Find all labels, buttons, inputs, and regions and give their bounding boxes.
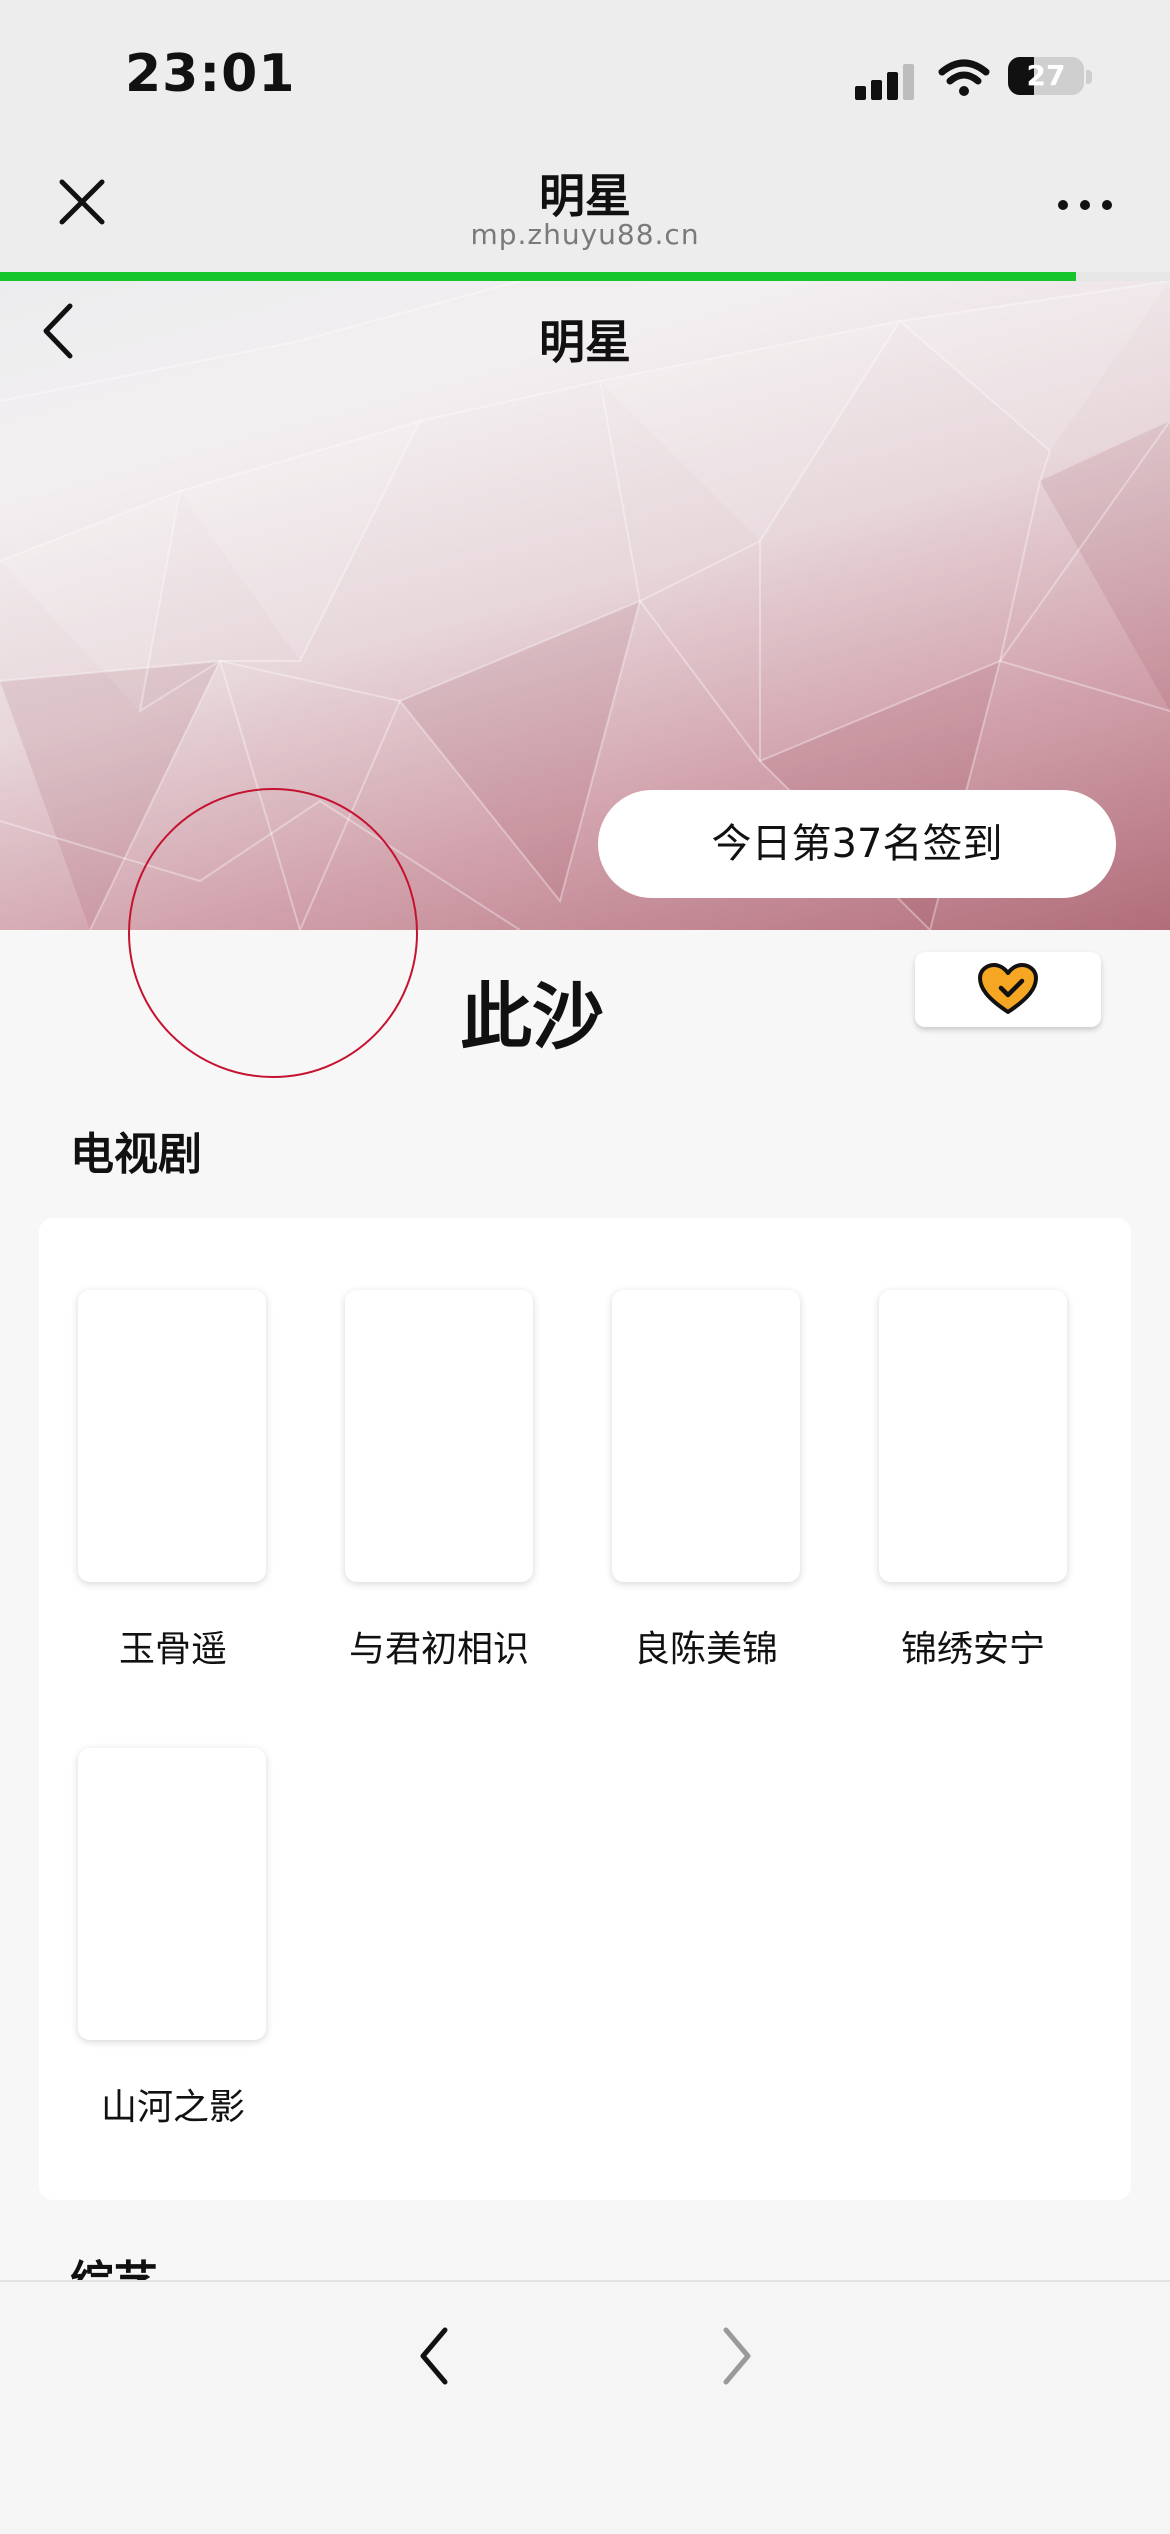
poster-yu-gu-yao[interactable] [78,1290,266,1582]
star-name: 此沙 [460,975,605,1059]
chevron-right-icon[interactable] [706,2320,766,2392]
browser-title: 明星 [539,169,631,223]
battery-level: 27 [1026,59,1066,92]
avatar [128,788,418,1078]
more-icon[interactable] [1040,180,1130,230]
browser-url: mp.zhuyu88.cn [470,218,700,251]
follow-button[interactable] [915,952,1101,1027]
poster-yu-jun-chu-xiang-shi[interactable] [345,1290,533,1582]
section-title-tv: 电视剧 [70,1129,202,1180]
checkin-button[interactable]: 今日第37名签到 [598,790,1116,898]
battery-tip [1086,70,1092,84]
show-title[interactable]: 玉骨遥 [40,1620,306,1672]
heart-check-icon [978,963,1038,1014]
poster-liang-chen-mei-jin[interactable] [612,1290,800,1582]
poster-shan-he-zhi-ying[interactable] [78,1748,266,2040]
page-title: 明星 [539,315,631,369]
poster-jin-xiu-an-ning[interactable] [879,1290,1067,1582]
show-title[interactable]: 山河之影 [40,2078,306,2130]
show-title[interactable]: 良陈美锦 [573,1620,839,1672]
bottom-toolbar [0,2280,1170,2534]
show-title[interactable]: 与君初相识 [306,1620,572,1672]
chevron-left-icon[interactable] [405,2320,465,2392]
cellular-signal-icon [855,60,915,100]
show-title[interactable]: 锦绣安宁 [840,1620,1106,1672]
wifi-icon [938,59,990,96]
load-progress-bar [0,272,1077,281]
status-time: 23:01 [125,44,296,104]
battery-icon: 27 [1008,57,1084,95]
